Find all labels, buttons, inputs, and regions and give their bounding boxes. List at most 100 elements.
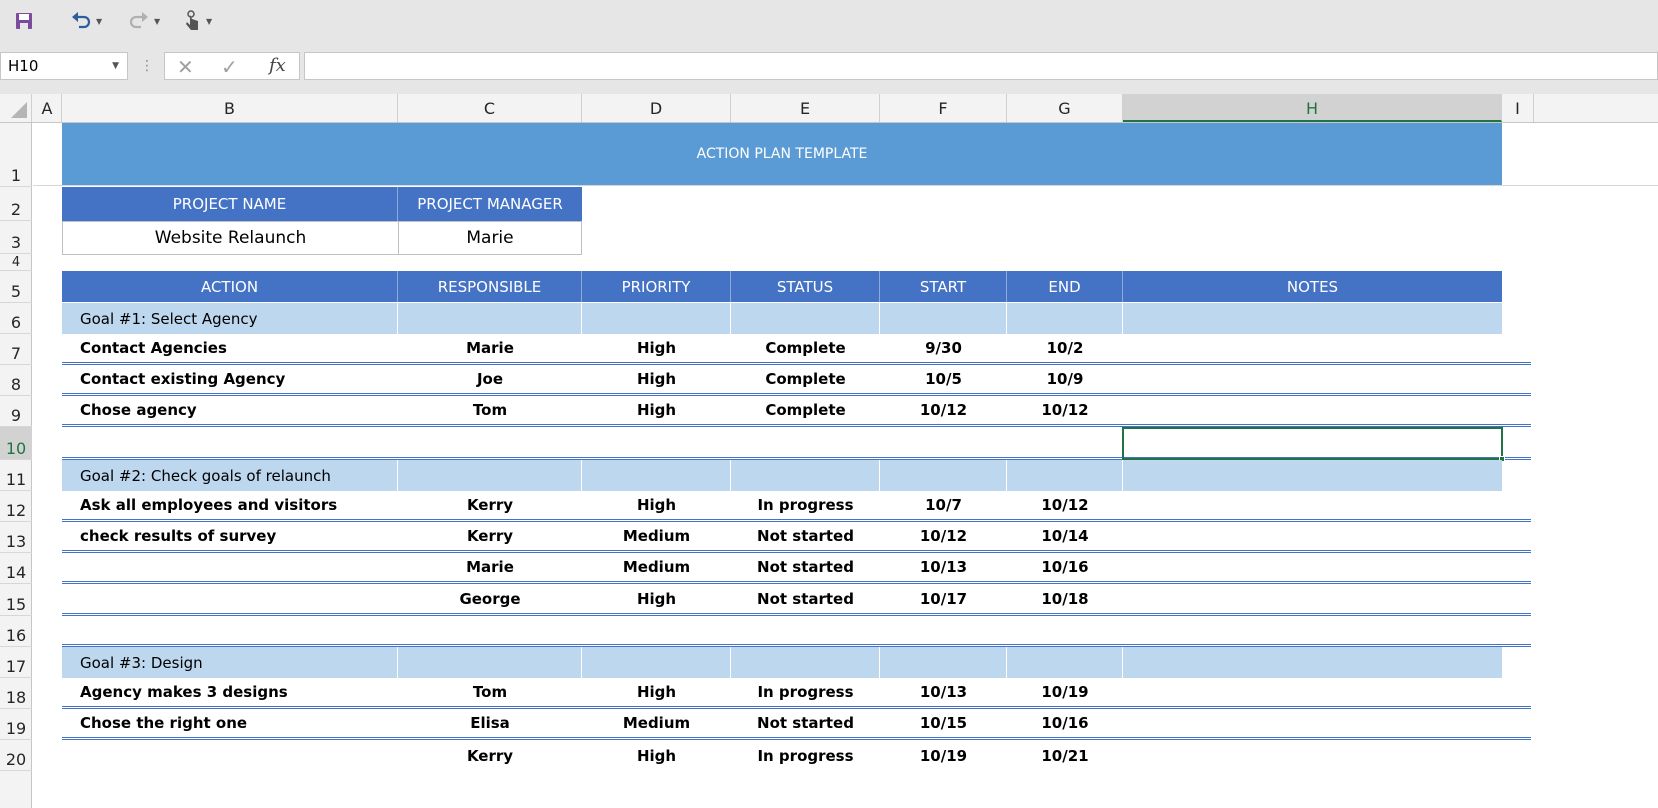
task-end[interactable]: 10/16: [1007, 553, 1123, 581]
task-end[interactable]: 10/21: [1007, 740, 1123, 771]
column-header-h[interactable]: H: [1123, 94, 1502, 122]
task-start[interactable]: 10/15: [880, 709, 1007, 737]
task-priority[interactable]: Medium: [582, 553, 731, 581]
header-end[interactable]: END: [1007, 271, 1123, 302]
name-box-dropdown-icon[interactable]: ▼: [112, 53, 119, 79]
task-responsible[interactable]: Elisa: [398, 709, 582, 737]
touch-mode-button[interactable]: ▼: [184, 8, 212, 34]
insert-function-icon[interactable]: fx: [269, 55, 286, 76]
task-start[interactable]: 10/17: [880, 584, 1007, 613]
row-header-selected[interactable]: 10: [0, 427, 32, 460]
banner-title[interactable]: ACTION PLAN TEMPLATE: [62, 123, 1502, 185]
task-action[interactable]: [62, 584, 398, 613]
column-header-f[interactable]: F: [880, 94, 1007, 122]
row-header[interactable]: 4: [0, 254, 32, 271]
header-notes[interactable]: NOTES: [1123, 271, 1502, 302]
row-header[interactable]: 3: [0, 221, 32, 254]
row-header[interactable]: 5: [0, 271, 32, 303]
empty-row[interactable]: [62, 616, 1531, 647]
project-name-label[interactable]: PROJECT NAME: [62, 187, 398, 221]
save-button[interactable]: [14, 8, 34, 34]
task-end[interactable]: 10/12: [1007, 396, 1123, 424]
task-responsible[interactable]: Kerry: [398, 522, 582, 550]
task-status[interactable]: Not started: [731, 709, 880, 737]
undo-button[interactable]: ▼: [70, 8, 102, 34]
task-start[interactable]: 10/12: [880, 396, 1007, 424]
task-start[interactable]: 10/19: [880, 740, 1007, 771]
row-header[interactable]: 6: [0, 303, 32, 334]
row-header[interactable]: 15: [0, 584, 32, 616]
task-priority[interactable]: High: [582, 740, 731, 771]
redo-dropdown-icon[interactable]: ▼: [154, 17, 160, 26]
task-priority[interactable]: High: [582, 584, 731, 613]
task-end[interactable]: 10/12: [1007, 491, 1123, 519]
redo-button[interactable]: ▼: [128, 8, 160, 34]
goal-label[interactable]: Goal #2: Check goals of relaunch: [62, 460, 398, 491]
task-start[interactable]: 10/12: [880, 522, 1007, 550]
task-status[interactable]: Complete: [731, 396, 880, 424]
header-responsible[interactable]: RESPONSIBLE: [398, 271, 582, 302]
task-status[interactable]: Not started: [731, 584, 880, 613]
select-all-button[interactable]: [0, 94, 32, 122]
task-responsible[interactable]: George: [398, 584, 582, 613]
task-action[interactable]: Contact existing Agency: [62, 365, 398, 393]
goal-label[interactable]: Goal #1: Select Agency: [62, 303, 398, 334]
header-priority[interactable]: PRIORITY: [582, 271, 731, 302]
task-status[interactable]: Not started: [731, 522, 880, 550]
task-end[interactable]: 10/16: [1007, 709, 1123, 737]
row-header[interactable]: 14: [0, 553, 32, 584]
goal-cell[interactable]: [582, 460, 731, 491]
row-header[interactable]: 8: [0, 365, 32, 396]
task-start[interactable]: 10/7: [880, 491, 1007, 519]
goal-cell[interactable]: [731, 460, 880, 491]
column-header-c[interactable]: C: [398, 94, 582, 122]
project-manager-value[interactable]: Marie: [398, 221, 582, 255]
task-responsible[interactable]: Tom: [398, 396, 582, 424]
column-header-d[interactable]: D: [582, 94, 731, 122]
goal-cell[interactable]: [731, 647, 880, 678]
header-start[interactable]: START: [880, 271, 1007, 302]
column-header-a[interactable]: A: [33, 94, 62, 122]
task-action[interactable]: Chose agency: [62, 396, 398, 424]
formula-input[interactable]: [304, 52, 1658, 80]
task-priority[interactable]: High: [582, 678, 731, 706]
task-priority[interactable]: High: [582, 365, 731, 393]
project-manager-label[interactable]: PROJECT MANAGER: [398, 187, 582, 221]
name-box[interactable]: H10 ▼: [0, 52, 128, 80]
task-action[interactable]: Ask all employees and visitors: [62, 491, 398, 519]
task-action[interactable]: [62, 740, 398, 771]
cancel-icon[interactable]: ✕: [177, 55, 194, 79]
header-status[interactable]: STATUS: [731, 271, 880, 302]
task-end[interactable]: 10/14: [1007, 522, 1123, 550]
row-header[interactable]: 1: [0, 123, 32, 187]
task-responsible[interactable]: Marie: [398, 553, 582, 581]
selected-cell-h10[interactable]: [1122, 427, 1505, 462]
row-header[interactable]: 12: [0, 491, 32, 522]
worksheet-grid[interactable]: ACTION PLAN TEMPLATE PROJECT NAME PROJEC…: [33, 123, 1658, 808]
goal-cell[interactable]: [582, 647, 731, 678]
task-action[interactable]: Contact Agencies: [62, 334, 398, 362]
goal-cell[interactable]: [1123, 647, 1502, 678]
row-header[interactable]: 13: [0, 522, 32, 553]
row-header[interactable]: 7: [0, 334, 32, 365]
row-header[interactable]: 20: [0, 740, 32, 771]
task-start[interactable]: 10/5: [880, 365, 1007, 393]
goal-cell[interactable]: [1123, 303, 1502, 334]
task-end[interactable]: 10/19: [1007, 678, 1123, 706]
task-action[interactable]: check results of survey: [62, 522, 398, 550]
goal-cell[interactable]: [1007, 460, 1123, 491]
task-action[interactable]: Agency makes 3 designs: [62, 678, 398, 706]
task-status[interactable]: Complete: [731, 365, 880, 393]
task-action[interactable]: Chose the right one: [62, 709, 398, 737]
task-end[interactable]: 10/9: [1007, 365, 1123, 393]
formula-bar-grip-icon[interactable]: ⋮: [140, 58, 154, 74]
goal-cell[interactable]: [1123, 460, 1502, 491]
goal-cell[interactable]: [880, 460, 1007, 491]
task-status[interactable]: In progress: [731, 491, 880, 519]
task-responsible[interactable]: Joe: [398, 365, 582, 393]
undo-dropdown-icon[interactable]: ▼: [96, 17, 102, 26]
task-start[interactable]: 10/13: [880, 678, 1007, 706]
task-start[interactable]: 9/30: [880, 334, 1007, 362]
goal-cell[interactable]: [880, 647, 1007, 678]
column-header-b[interactable]: B: [62, 94, 398, 122]
